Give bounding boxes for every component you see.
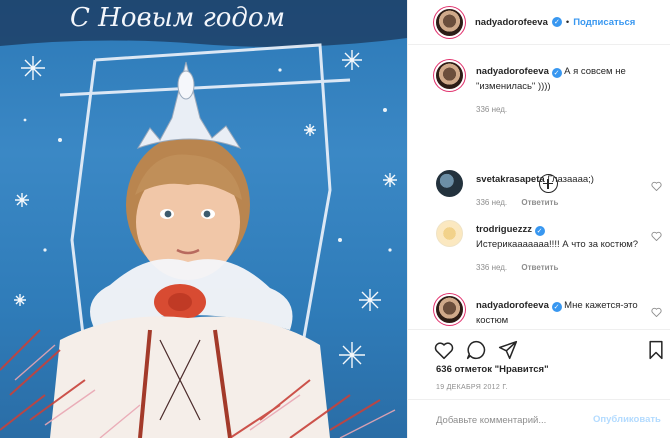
comments-list[interactable]: nadyadorofeeva ✓ А я совсем не "изменила…: [408, 46, 670, 329]
avatar[interactable]: [436, 220, 463, 247]
comment-time[interactable]: 336 нед.: [476, 263, 507, 272]
post-photo[interactable]: С Новым годом: [0, 0, 407, 438]
comment-username[interactable]: svetakrasapeta: [476, 174, 545, 185]
reply-button[interactable]: Ответить: [521, 198, 558, 207]
verified-badge-icon: ✓: [551, 302, 562, 312]
comment-time[interactable]: 336 нед.: [476, 105, 507, 114]
comment-username[interactable]: nadyadorofeeva: [476, 66, 549, 77]
like-comment-heart-icon[interactable]: [651, 181, 662, 191]
share-icon[interactable]: [498, 340, 518, 360]
comment-username[interactable]: trodriguezzz: [476, 224, 532, 235]
likes-count[interactable]: 636 отметок "Нравится": [436, 364, 549, 375]
verified-badge-icon: ✓: [551, 68, 562, 78]
comment-time[interactable]: 336 нед.: [476, 198, 507, 207]
comment-meta: 336 нед. Ответить: [476, 260, 651, 275]
comment-text: Глазаааа;): [547, 174, 594, 185]
author-username[interactable]: nadyadorofeeva: [475, 17, 548, 28]
comment-username[interactable]: nadyadorofeeva: [476, 300, 549, 311]
publish-button[interactable]: Опубликовать: [593, 414, 661, 425]
post-header: nadyadorofeeva ✓ • Подписаться: [408, 0, 670, 45]
comment-meta: 336 нед.: [476, 102, 651, 117]
avatar[interactable]: [436, 170, 463, 197]
verified-badge-icon: ✓: [551, 17, 562, 27]
comment-meta: 336 нед. Ответить: [476, 195, 651, 210]
vintage-new-year-photo: С Новым годом: [0, 0, 407, 438]
photo-greeting-text: С Новым годом: [70, 3, 285, 33]
instagram-post-viewer: С Новым годом nadyadorofeeva ✓ • Подписа…: [0, 0, 670, 438]
comment-input[interactable]: [436, 412, 586, 428]
like-comment-heart-icon[interactable]: [651, 231, 662, 241]
follow-button[interactable]: Подписаться: [573, 17, 635, 28]
post-actions: 636 отметок "Нравится" 19 ДЕКАБРЯ 2012 Г…: [408, 329, 670, 438]
add-comment-bar: Опубликовать: [408, 399, 670, 438]
verified-badge-icon: ✓: [534, 226, 545, 236]
avatar[interactable]: [436, 62, 463, 89]
avatar[interactable]: [436, 296, 463, 323]
bookmark-icon[interactable]: [646, 340, 666, 360]
post-side-panel: nadyadorofeeva ✓ • Подписаться nadyadoro…: [407, 0, 670, 438]
reply-button[interactable]: Ответить: [521, 263, 558, 272]
avatar[interactable]: [436, 8, 463, 36]
post-date[interactable]: 19 ДЕКАБРЯ 2012 Г.: [436, 384, 508, 391]
heart-icon[interactable]: [434, 340, 454, 360]
separator-dot: •: [565, 16, 570, 28]
comment-icon[interactable]: [466, 340, 486, 360]
comment-text: Истерикааааааа!!!! А что за костюм?: [476, 239, 639, 250]
like-comment-heart-icon[interactable]: [651, 307, 662, 317]
